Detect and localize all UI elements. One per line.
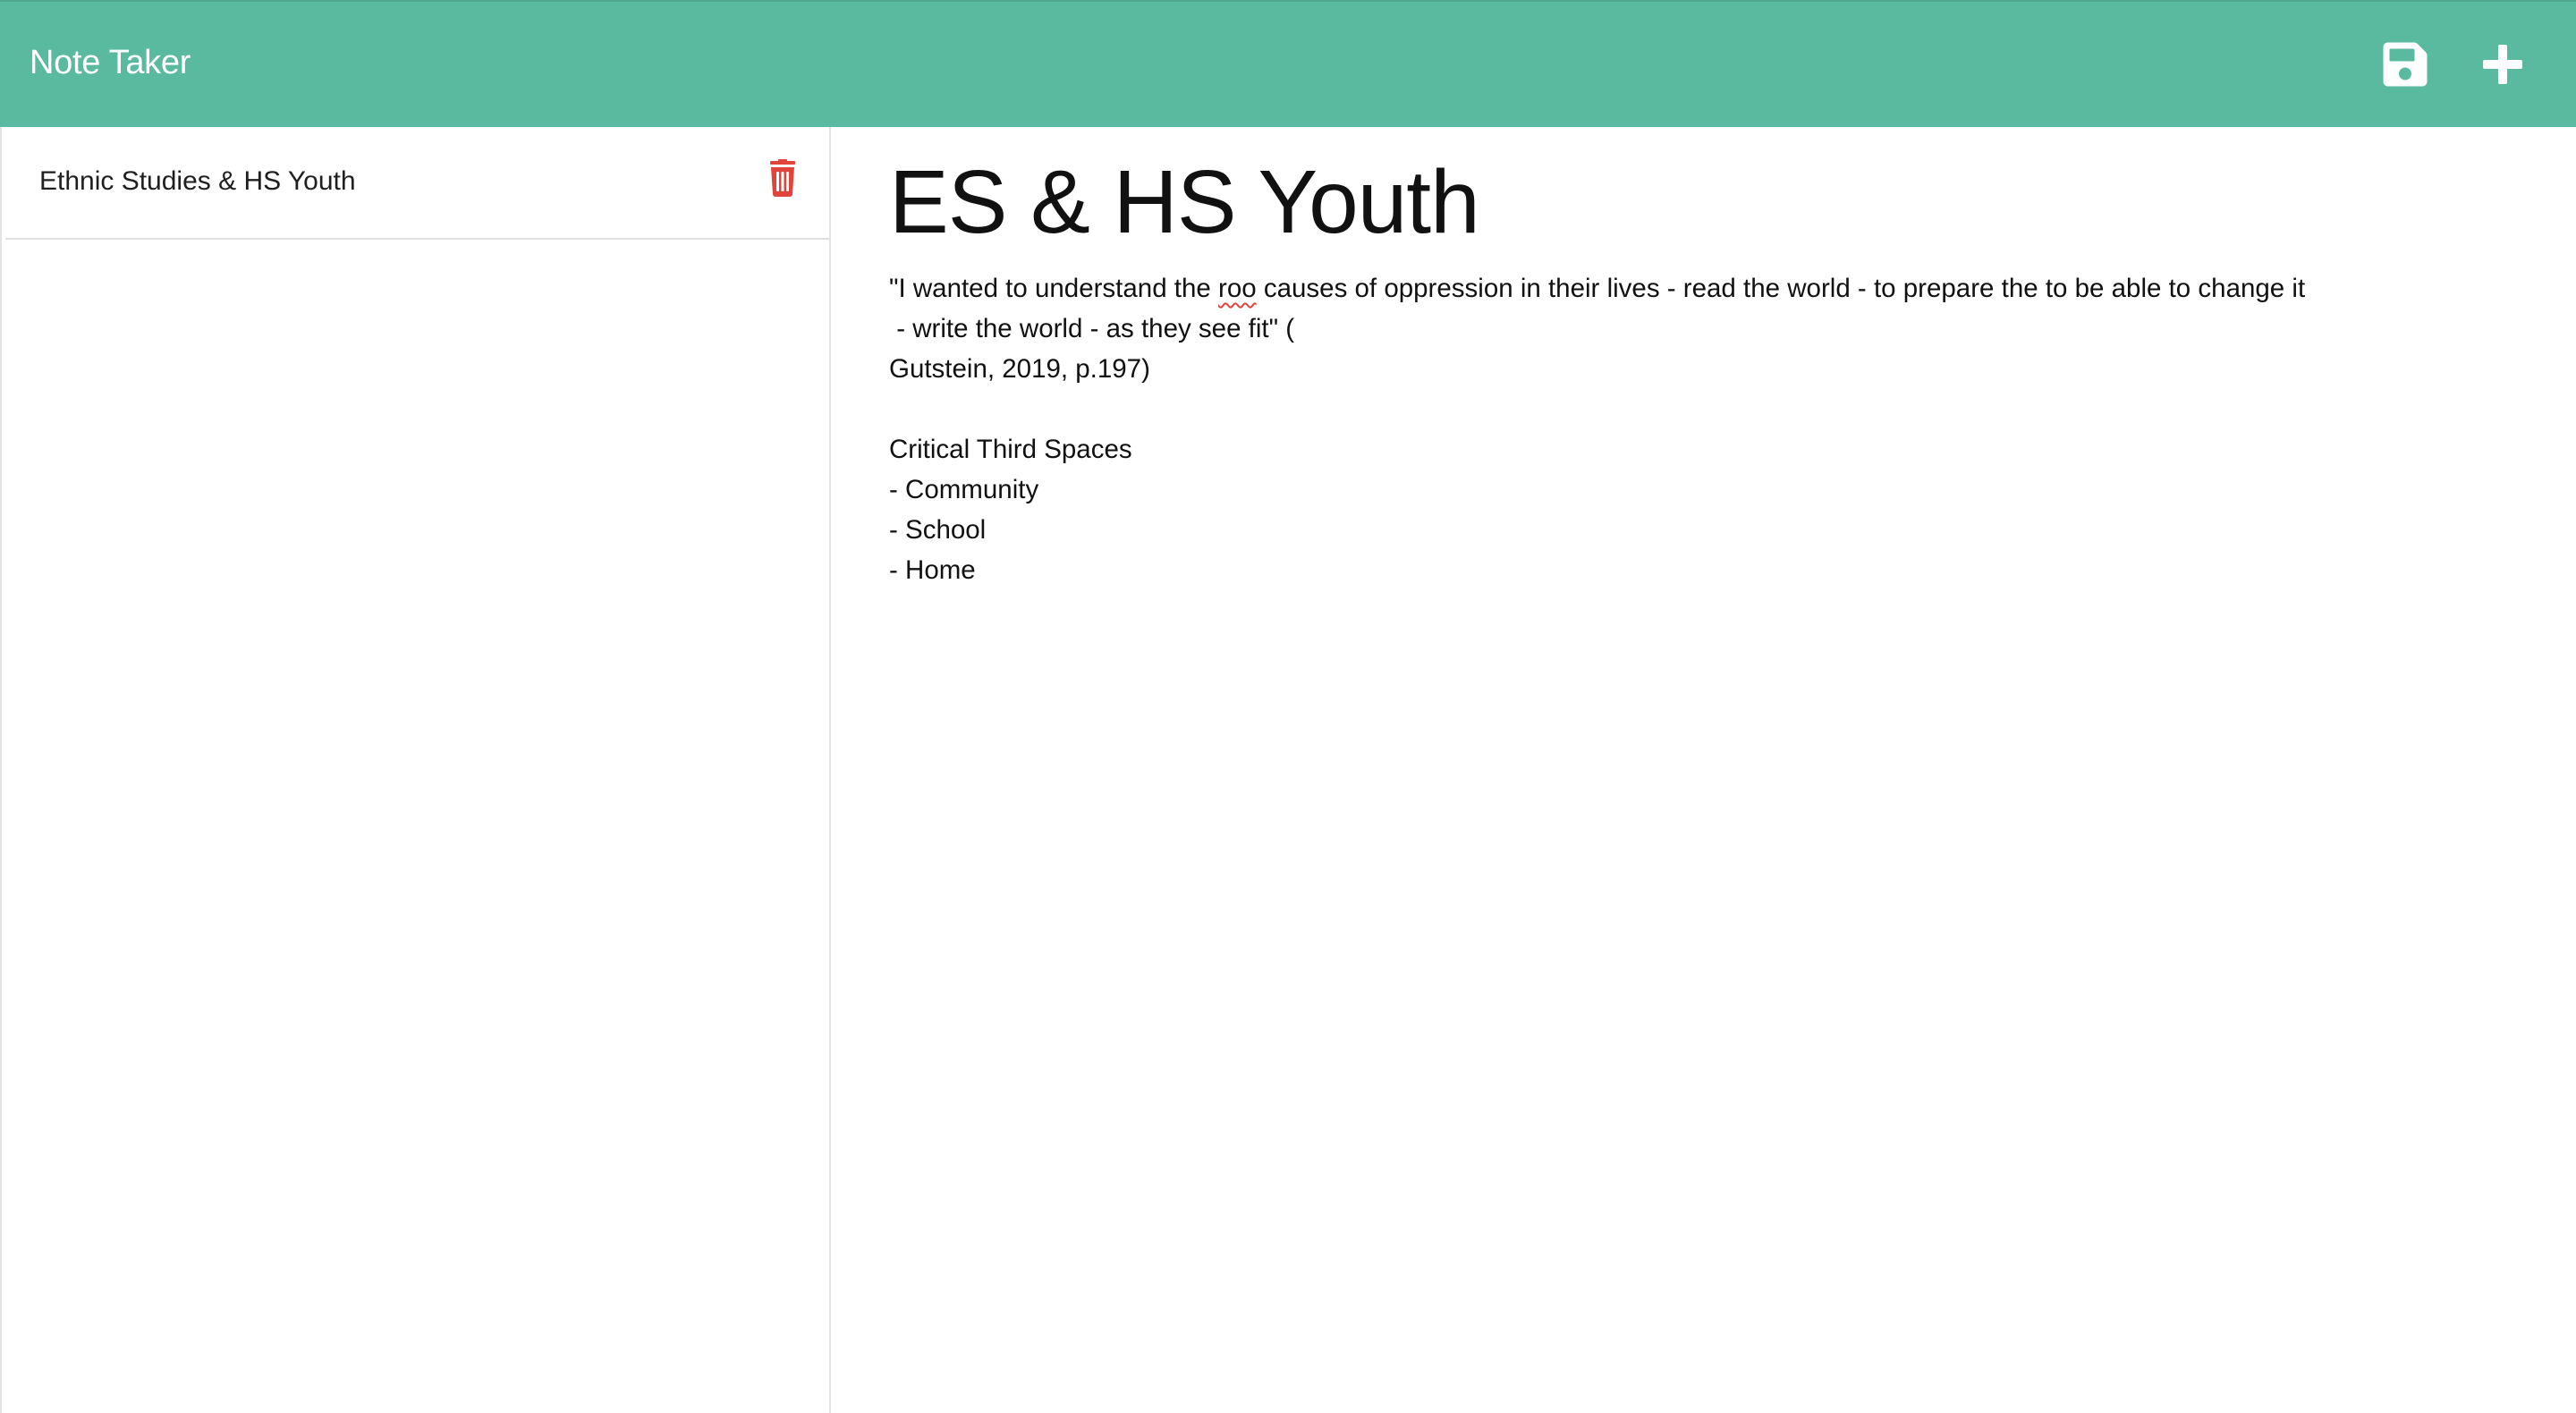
save-note-button[interactable]	[2380, 39, 2430, 89]
misspelled-word: roo	[1218, 274, 1257, 303]
delete-note-button[interactable]	[767, 159, 799, 197]
note-text-segment: causes of oppression in their lives - re…	[1256, 274, 2306, 303]
notes-sidebar: Ethnic Studies & HS Youth	[0, 127, 831, 1413]
plus-icon	[2483, 45, 2522, 84]
trash-icon	[770, 159, 795, 197]
note-editor: ES & HS Youth "I wanted to understand th…	[831, 127, 2576, 1413]
note-text-segment: "I wanted to understand the	[889, 274, 1219, 303]
navbar: Note Taker	[0, 0, 2576, 127]
note-list-item-title[interactable]: Ethnic Studies & HS Youth	[39, 165, 356, 198]
new-note-button[interactable]	[2478, 39, 2528, 89]
floppy-disk-icon	[2383, 42, 2428, 87]
note-list-item[interactable]: Ethnic Studies & HS Youth	[5, 127, 829, 240]
app-title[interactable]: Note Taker	[30, 43, 191, 82]
note-text-area[interactable]: "I wanted to understand the roo causes o…	[889, 268, 2517, 590]
note-title-input[interactable]: ES & HS Youth	[889, 150, 2499, 254]
note-text-segment: - write the world - as they see fit" ( G…	[889, 314, 1295, 585]
